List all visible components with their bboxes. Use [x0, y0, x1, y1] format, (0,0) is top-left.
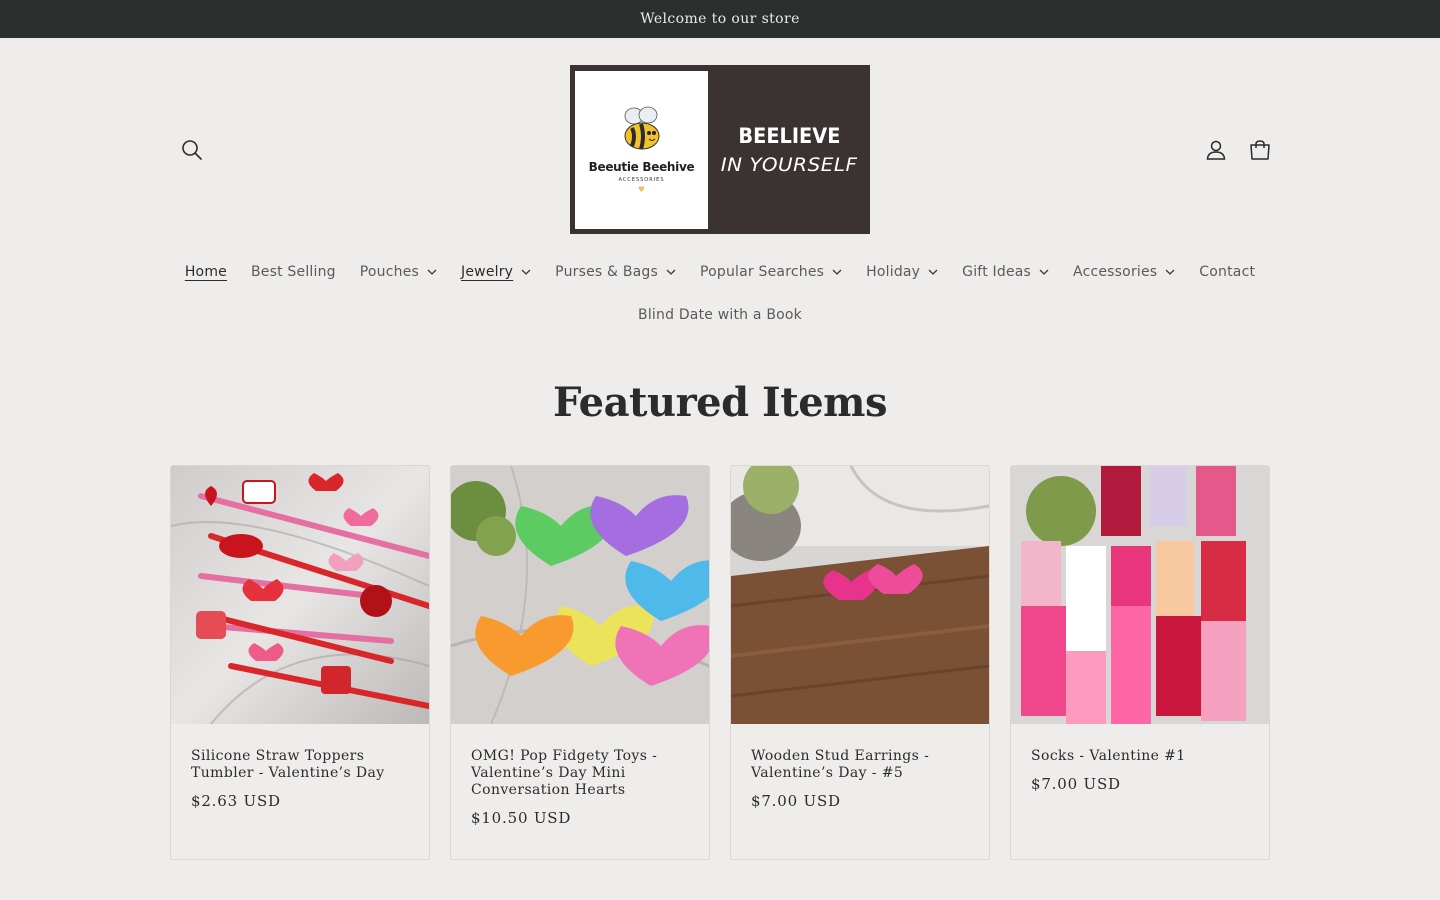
nav-item-contact[interactable]: Contact: [1187, 264, 1267, 280]
store-logo[interactable]: Beeutie Beehive ACCESSORIES ♥ BEELIEVE I…: [570, 65, 870, 234]
product-image[interactable]: [731, 466, 989, 724]
chevron-down-icon: [521, 267, 531, 277]
product-card[interactable]: Silicone Straw Toppers Tumbler - Valenti…: [170, 465, 430, 860]
product-title[interactable]: OMG! Pop Fidgety Toys - Valentine’s Day …: [471, 748, 689, 799]
announcement-bar: Welcome to our store: [0, 0, 1440, 38]
nav-item-label: Home: [184, 264, 227, 280]
product-price: $10.50 USD: [471, 809, 572, 827]
nav-item-label: Holiday: [866, 264, 921, 280]
chevron-down-icon: [832, 267, 842, 277]
product-title[interactable]: Wooden Stud Earrings - Valentine’s Day -…: [751, 748, 969, 782]
nav-item-gift-ideas[interactable]: Gift Ideas: [950, 264, 1061, 280]
nav-item-accessories[interactable]: Accessories: [1061, 264, 1187, 280]
chevron-down-icon: [1165, 267, 1175, 277]
logo-slogan: BEELIEVE IN YOURSELF: [708, 124, 870, 176]
nav-item-holiday[interactable]: Holiday: [854, 264, 950, 280]
nav-item-blind-date-with-a-book[interactable]: Blind Date with a Book: [626, 307, 814, 323]
heart-icon: ♥: [637, 184, 646, 194]
logo-slogan-line1: BEELIEVE: [738, 123, 840, 148]
nav-item-purses-bags[interactable]: Purses & Bags: [543, 264, 688, 280]
product-card[interactable]: Wooden Stud Earrings - Valentine’s Day -…: [730, 465, 990, 860]
product-price: $7.00 USD: [751, 792, 841, 810]
main-navigation: Home Best Selling Pouches Jewelry Purses…: [0, 253, 1440, 291]
logo-slogan-line2: IN YOURSELF: [720, 153, 858, 176]
site-header: Beeutie Beehive ACCESSORIES ♥ BEELIEVE I…: [0, 38, 1440, 253]
logo-sub-text: ACCESSORIES: [618, 176, 665, 183]
bee-icon: [624, 106, 659, 150]
nav-item-home[interactable]: Home: [173, 264, 239, 280]
nav-item-pouches[interactable]: Pouches: [348, 264, 449, 280]
chevron-down-icon: [1039, 267, 1049, 277]
secondary-navigation: Blind Date with a Book: [0, 291, 1440, 339]
product-price: $7.00 USD: [1031, 775, 1121, 793]
chevron-down-icon: [427, 267, 437, 277]
chevron-down-icon: [666, 267, 676, 277]
search-icon: [182, 140, 202, 160]
product-card[interactable]: OMG! Pop Fidgety Toys - Valentine’s Day …: [450, 465, 710, 860]
chevron-down-icon: [928, 267, 938, 277]
product-image[interactable]: [451, 466, 709, 724]
nav-item-label: Pouches: [359, 264, 420, 280]
nav-item-label: Jewelry: [461, 264, 514, 280]
nav-item-label: Purses & Bags: [555, 264, 658, 280]
cart-button[interactable]: [1240, 130, 1280, 170]
announcement-text: Welcome to our store: [640, 11, 800, 27]
account-icon: [1206, 140, 1226, 160]
product-image[interactable]: [1011, 466, 1269, 724]
account-button[interactable]: [1196, 130, 1236, 170]
product-title[interactable]: Silicone Straw Toppers Tumbler - Valenti…: [191, 748, 409, 782]
nav-item-label: Popular Searches: [699, 264, 825, 280]
nav-item-label: Contact: [1199, 264, 1256, 280]
nav-item-label: Gift Ideas: [962, 264, 1032, 280]
nav-item-best-selling[interactable]: Best Selling: [239, 264, 348, 280]
search-button[interactable]: [172, 130, 212, 170]
nav-item-label: Best Selling: [250, 264, 336, 280]
section-title: Featured Items: [552, 379, 888, 426]
nav-item-jewelry[interactable]: Jewelry: [449, 264, 543, 280]
cart-icon: [1250, 140, 1270, 160]
product-grid: Silicone Straw Toppers Tumbler - Valenti…: [170, 465, 1270, 860]
product-image[interactable]: [171, 466, 429, 724]
product-title[interactable]: Socks - Valentine #1: [1031, 748, 1249, 765]
nav-item-label: Accessories: [1073, 264, 1158, 280]
logo-brand-text: Beeutie Beehive: [588, 159, 695, 174]
nav-item-popular-searches[interactable]: Popular Searches: [688, 264, 854, 280]
logo-badge: Beeutie Beehive ACCESSORIES ♥: [575, 70, 708, 229]
product-price: $2.63 USD: [191, 792, 281, 810]
product-card[interactable]: Socks - Valentine #1 $7.00 USD: [1010, 465, 1270, 860]
